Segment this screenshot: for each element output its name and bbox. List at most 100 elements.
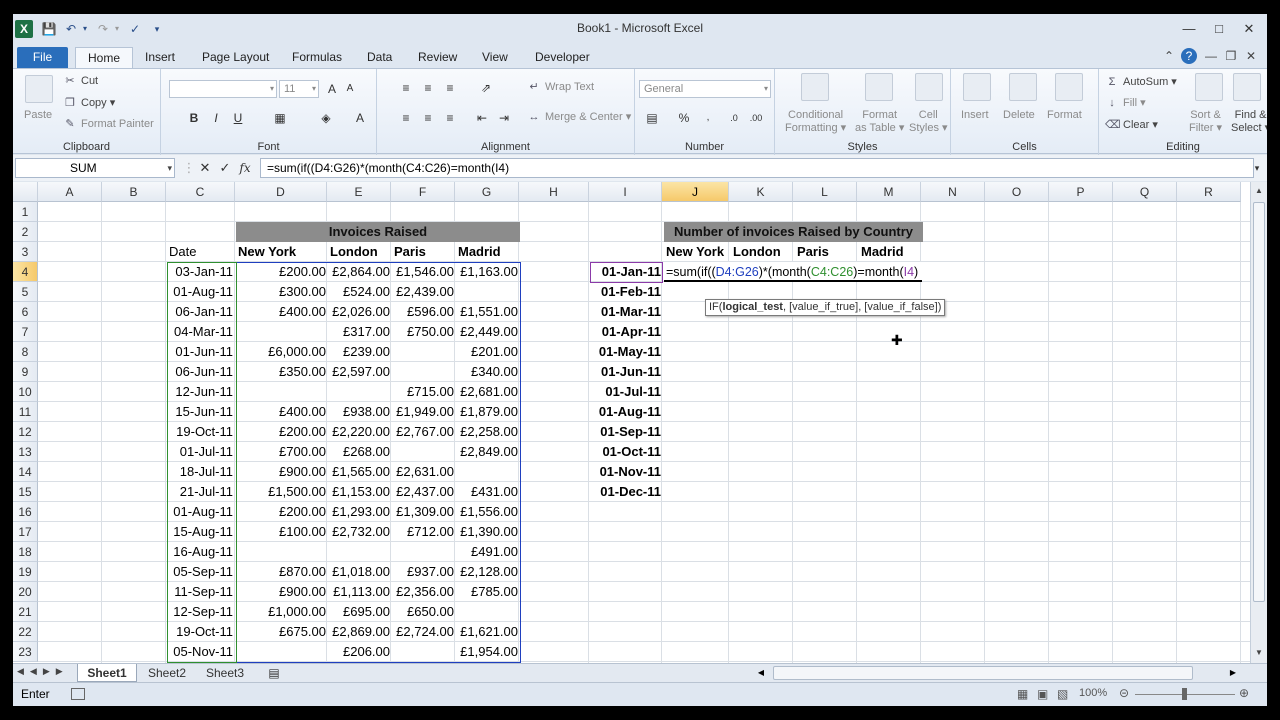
summary-title[interactable]: Number of invoices Raised by Country	[664, 222, 923, 242]
cell-madrid[interactable]	[456, 462, 520, 482]
column-header-o[interactable]: O	[985, 182, 1049, 202]
row-header-11[interactable]: 11	[13, 402, 38, 422]
month-cell[interactable]: 01-Jul-11	[591, 382, 663, 402]
vertical-scrollbar[interactable]: ▲ ▼	[1250, 182, 1267, 663]
cell-new-york[interactable]: £200.00	[236, 502, 328, 522]
accounting-icon[interactable]: ▤	[643, 109, 661, 127]
header-london[interactable]: London	[328, 242, 392, 262]
cell-madrid[interactable]: £491.00	[456, 542, 520, 562]
cell-madrid[interactable]: £1,390.00	[456, 522, 520, 542]
cancel-entry-icon[interactable]: ✕	[197, 159, 213, 177]
delete-cells-button[interactable]: Delete	[1003, 109, 1035, 121]
invoices-title[interactable]: Invoices Raised	[236, 222, 520, 242]
row-header-22[interactable]: 22	[13, 622, 38, 642]
shrink-font-icon[interactable]: A	[341, 80, 359, 98]
zoom-level[interactable]: 100%	[1079, 687, 1107, 699]
column-header-m[interactable]: M	[857, 182, 921, 202]
row-header-19[interactable]: 19	[13, 562, 38, 582]
conditional-formatting-button[interactable]: Conditional Formatting ▾	[785, 109, 846, 135]
column-header-b[interactable]: B	[102, 182, 166, 202]
cell-madrid[interactable]: £1,163.00	[456, 262, 520, 282]
align-middle-icon[interactable]: ≡	[419, 79, 437, 97]
page-break-view-icon[interactable]: ▧	[1057, 687, 1068, 701]
cell-date[interactable]: 05-Nov-11	[167, 642, 235, 662]
sheet-tab-2[interactable]: Sheet2	[141, 664, 193, 682]
cell-styles-icon[interactable]	[915, 73, 943, 101]
align-bottom-icon[interactable]: ≡	[441, 79, 459, 97]
column-header-k[interactable]: K	[729, 182, 793, 202]
fill-button[interactable]: ↓ Fill ▾	[1105, 96, 1145, 109]
zoom-out-icon[interactable]: ⊝	[1119, 686, 1129, 700]
scroll-down-icon[interactable]: ▼	[1253, 646, 1265, 660]
month-cell[interactable]: 01-Jan-11	[591, 262, 663, 282]
cell-london[interactable]: £317.00	[328, 322, 392, 342]
cell-new-york[interactable]: £100.00	[236, 522, 328, 542]
doc-minimize-icon[interactable]: —	[1203, 48, 1219, 64]
cell-london[interactable]: £2,597.00	[328, 362, 392, 382]
paste-icon[interactable]	[25, 75, 53, 103]
cell-date[interactable]: 21-Jul-11	[167, 482, 235, 502]
tab-formulas[interactable]: Formulas	[284, 47, 350, 68]
copy-button[interactable]: ❐ Copy ▾	[63, 96, 115, 109]
cell-date[interactable]: 06-Jan-11	[167, 302, 235, 322]
select-all-corner[interactable]	[13, 182, 38, 202]
find-select-icon[interactable]	[1233, 73, 1261, 101]
month-cell[interactable]: 01-May-11	[591, 342, 663, 362]
autosum-button[interactable]: Σ AutoSum ▾	[1105, 75, 1177, 88]
row-header-21[interactable]: 21	[13, 602, 38, 622]
cell-new-york[interactable]: £1,500.00	[236, 482, 328, 502]
cell-paris[interactable]: £715.00	[392, 382, 456, 402]
scroll-up-icon[interactable]: ▲	[1253, 184, 1265, 198]
row-header-13[interactable]: 13	[13, 442, 38, 462]
row-header-2[interactable]: 2	[13, 222, 38, 242]
month-cell[interactable]: 01-Apr-11	[591, 322, 663, 342]
increase-indent-icon[interactable]: ⇥	[495, 109, 513, 127]
cell-new-york[interactable]: £900.00	[236, 462, 328, 482]
cell-date[interactable]: 19-Oct-11	[167, 422, 235, 442]
cell-madrid[interactable]: £1,954.00	[456, 642, 520, 662]
cell-london[interactable]: £1,113.00	[328, 582, 392, 602]
cell-london[interactable]: £2,869.00	[328, 622, 392, 642]
column-header-q[interactable]: Q	[1113, 182, 1177, 202]
cell-date[interactable]: 06-Jun-11	[167, 362, 235, 382]
decrease-indent-icon[interactable]: ⇤	[473, 109, 491, 127]
column-header-r[interactable]: R	[1177, 182, 1241, 202]
find-select-button[interactable]: Find &Select ▾	[1231, 109, 1267, 135]
confirm-entry-icon[interactable]: ✓	[217, 159, 233, 177]
month-cell[interactable]: 01-Feb-11	[591, 282, 663, 302]
cell-london[interactable]: £2,732.00	[328, 522, 392, 542]
row-header-10[interactable]: 10	[13, 382, 38, 402]
column-header-i[interactable]: I	[589, 182, 662, 202]
cell-madrid[interactable]: £1,621.00	[456, 622, 520, 642]
cell-date[interactable]: 15-Jun-11	[167, 402, 235, 422]
cell-date[interactable]: 11-Sep-11	[167, 582, 235, 602]
column-header-f[interactable]: F	[391, 182, 455, 202]
cell-new-york[interactable]	[236, 642, 328, 662]
cell-madrid[interactable]: £431.00	[456, 482, 520, 502]
vertical-scroll-thumb[interactable]	[1253, 202, 1265, 602]
delete-cells-icon[interactable]	[1009, 73, 1037, 101]
cell-paris[interactable]	[392, 642, 456, 662]
header-new-york[interactable]: New York	[236, 242, 328, 262]
row-header-9[interactable]: 9	[13, 362, 38, 382]
font-size-combo[interactable]: 11 ▾	[279, 80, 319, 98]
month-cell[interactable]: 01-Oct-11	[591, 442, 663, 462]
expand-formula-bar-icon[interactable]: ▾	[1249, 159, 1265, 177]
tab-home[interactable]: Home	[75, 47, 133, 68]
cell-date[interactable]: 18-Jul-11	[167, 462, 235, 482]
cell-new-york[interactable]: £700.00	[236, 442, 328, 462]
help-icon[interactable]: ?	[1181, 48, 1197, 64]
cell-madrid[interactable]: £2,449.00	[456, 322, 520, 342]
active-cell-j4[interactable]: =sum(if((D4:G26)*(month(C4:C26)=month(I4…	[664, 262, 923, 282]
merge-center-button[interactable]: ↔ Merge & Center ▾	[527, 110, 632, 123]
cell-date[interactable]: 01-Aug-11	[167, 282, 235, 302]
cell-london[interactable]	[328, 542, 392, 562]
cell-date[interactable]: 05-Sep-11	[167, 562, 235, 582]
format-cells-button[interactable]: Format	[1047, 109, 1082, 121]
cell-london[interactable]: £695.00	[328, 602, 392, 622]
cell-new-york[interactable]: £400.00	[236, 402, 328, 422]
name-box[interactable]: SUM ▾	[15, 158, 175, 178]
row-header-23[interactable]: 23	[13, 642, 38, 662]
worksheet-grid[interactable]: ABCDEFGHIJKLMNOPQR 1 2 3 4 5 6 7 8 9 10 11 12 13 14 15…	[13, 182, 1250, 663]
cell-paris[interactable]: £2,631.00	[392, 462, 456, 482]
